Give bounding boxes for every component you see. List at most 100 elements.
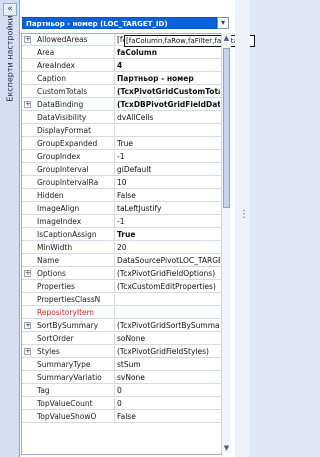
- property-name[interactable]: DataBinding: [35, 99, 115, 110]
- property-name[interactable]: ImageIndex: [35, 216, 115, 227]
- property-row[interactable]: Name DataSourcePivotLOC_TARGET_: [22, 255, 221, 267]
- property-value[interactable]: [114, 294, 220, 305]
- property-row[interactable]: SummaryVariatio svNone: [22, 372, 221, 384]
- property-row[interactable]: Properties (TcxCustomEditProperties): [22, 281, 221, 293]
- property-row[interactable]: + Styles (TcxPivotGridFieldStyles): [22, 346, 221, 358]
- property-value[interactable]: [114, 307, 220, 318]
- property-row[interactable]: ImageIndex -1: [22, 216, 221, 228]
- property-row[interactable]: GroupIntervalRa 10: [22, 177, 221, 189]
- property-name[interactable]: SummaryType: [35, 359, 115, 370]
- property-row[interactable]: + DataBinding(TcxDBPivotGridFieldDataB: [22, 99, 221, 111]
- property-row[interactable]: GroupInterval giDefault: [22, 164, 221, 176]
- property-name[interactable]: DataVisibility: [35, 112, 115, 123]
- property-name[interactable]: GroupInterval: [35, 164, 115, 175]
- property-row[interactable]: MinWidth 20: [22, 242, 221, 254]
- property-name[interactable]: Hidden: [35, 190, 115, 201]
- property-name[interactable]: GroupIndex: [35, 151, 115, 162]
- scroll-thumb[interactable]: [223, 48, 230, 208]
- property-value[interactable]: 0: [114, 398, 220, 409]
- property-name[interactable]: SummaryVariatio: [35, 372, 115, 383]
- property-row[interactable]: DisplayFormat: [22, 125, 221, 137]
- object-selector-combo[interactable]: Партньор - номер (LOC_TARGET_ID): [22, 17, 217, 29]
- property-value[interactable]: 10: [114, 177, 220, 188]
- property-row[interactable]: RepositoryItem: [22, 307, 221, 319]
- property-value[interactable]: False: [114, 411, 220, 422]
- property-value[interactable]: Партньор - номер: [114, 73, 220, 84]
- property-name[interactable]: GroupIntervalRa: [35, 177, 115, 188]
- property-name[interactable]: Tag: [35, 385, 115, 396]
- property-value[interactable]: (TcxDBPivotGridFieldDataB: [114, 99, 220, 110]
- property-value[interactable]: True: [114, 229, 220, 240]
- vertical-scrollbar[interactable]: ▲ ▼: [221, 33, 231, 453]
- property-value[interactable]: [114, 125, 220, 136]
- property-value[interactable]: True: [114, 138, 220, 149]
- property-value[interactable]: -1: [114, 151, 220, 162]
- property-name[interactable]: GroupExpanded: [35, 138, 115, 149]
- expand-icon[interactable]: +: [24, 36, 31, 43]
- property-row[interactable]: TopValueCount 0: [22, 398, 221, 410]
- property-name[interactable]: Properties: [35, 281, 115, 292]
- property-name[interactable]: ImageAlign: [35, 203, 115, 214]
- property-row[interactable]: SummaryType stSum: [22, 359, 221, 371]
- property-row[interactable]: GroupExpanded True: [22, 138, 221, 150]
- expand-icon[interactable]: +: [24, 348, 31, 355]
- property-row[interactable]: Hidden False: [22, 190, 221, 202]
- property-name[interactable]: IsCaptionAssign: [35, 229, 115, 240]
- property-value[interactable]: giDefault: [114, 164, 220, 175]
- property-name[interactable]: Styles: [35, 346, 115, 357]
- property-value[interactable]: (TcxPivotGridFieldOptions): [114, 268, 220, 279]
- property-row[interactable]: Area faColumn: [22, 47, 221, 59]
- property-row[interactable]: TopValueShowO False: [22, 411, 221, 423]
- combo-dropdown-button[interactable]: ▾: [217, 17, 229, 29]
- property-row[interactable]: ImageAlign taLeftJustify: [22, 203, 221, 215]
- property-name[interactable]: AllowedAreas: [35, 34, 115, 45]
- property-value[interactable]: False: [114, 190, 220, 201]
- property-value[interactable]: dvAllCells: [114, 112, 220, 123]
- property-name[interactable]: DisplayFormat: [35, 125, 115, 136]
- property-name[interactable]: RepositoryItem: [35, 307, 115, 318]
- property-name[interactable]: MinWidth: [35, 242, 115, 253]
- property-value[interactable]: DataSourcePivotLOC_TARGET_: [114, 255, 220, 266]
- property-row[interactable]: PropertiesClassN: [22, 294, 221, 306]
- expand-icon[interactable]: +: [24, 270, 31, 277]
- property-name[interactable]: AreaIndex: [35, 60, 115, 71]
- property-row[interactable]: Tag 0: [22, 385, 221, 397]
- splitter[interactable]: ⋮: [235, 0, 250, 457]
- property-value[interactable]: svNone: [114, 372, 220, 383]
- property-name[interactable]: SortOrder: [35, 333, 115, 344]
- property-value[interactable]: 0: [114, 385, 220, 396]
- property-row[interactable]: + Options (TcxPivotGridFieldOptions): [22, 268, 221, 280]
- property-row[interactable]: SortOrder soNone: [22, 333, 221, 345]
- property-name[interactable]: TopValueShowO: [35, 411, 115, 422]
- property-row[interactable]: AreaIndex 4: [22, 60, 221, 72]
- property-name[interactable]: SortBySummary: [35, 320, 115, 331]
- property-name[interactable]: Name: [35, 255, 115, 266]
- property-row[interactable]: CustomTotals (TcxPivotGridCustomTotal: [22, 86, 221, 98]
- expand-icon[interactable]: +: [24, 322, 31, 329]
- property-value[interactable]: (TcxCustomEditProperties): [114, 281, 220, 292]
- property-value[interactable]: faColumn: [114, 47, 220, 58]
- property-value[interactable]: (TcxPivotGridFieldStyles): [114, 346, 220, 357]
- property-row[interactable]: IsCaptionAssign True: [22, 229, 221, 241]
- property-name[interactable]: CustomTotals: [35, 86, 115, 97]
- property-name[interactable]: PropertiesClassN: [35, 294, 115, 305]
- property-value[interactable]: 20: [114, 242, 220, 253]
- property-row[interactable]: Caption Партньор - номер: [22, 73, 221, 85]
- property-value[interactable]: (TcxPivotGridCustomTotal: [114, 86, 220, 97]
- property-name[interactable]: Area: [35, 47, 115, 58]
- property-value[interactable]: soNone: [114, 333, 220, 344]
- property-name[interactable]: Caption: [35, 73, 115, 84]
- property-value[interactable]: 4: [114, 60, 220, 71]
- property-row[interactable]: + SortBySummary(TcxPivotGridSortBySummary…: [22, 320, 221, 332]
- scroll-up-icon[interactable]: ▲: [223, 34, 230, 42]
- property-row[interactable]: GroupIndex -1: [22, 151, 221, 163]
- scroll-down-icon[interactable]: ▼: [223, 444, 230, 452]
- property-value[interactable]: taLeftJustify: [114, 203, 220, 214]
- property-value[interactable]: (TcxPivotGridSortBySummaryIn: [114, 320, 220, 331]
- property-value[interactable]: -1: [114, 216, 220, 227]
- property-row[interactable]: DataVisibility dvAllCells: [22, 112, 221, 124]
- expand-icon[interactable]: +: [24, 101, 31, 108]
- property-name[interactable]: TopValueCount: [35, 398, 115, 409]
- property-name[interactable]: Options: [35, 268, 115, 279]
- property-value[interactable]: stSum: [114, 359, 220, 370]
